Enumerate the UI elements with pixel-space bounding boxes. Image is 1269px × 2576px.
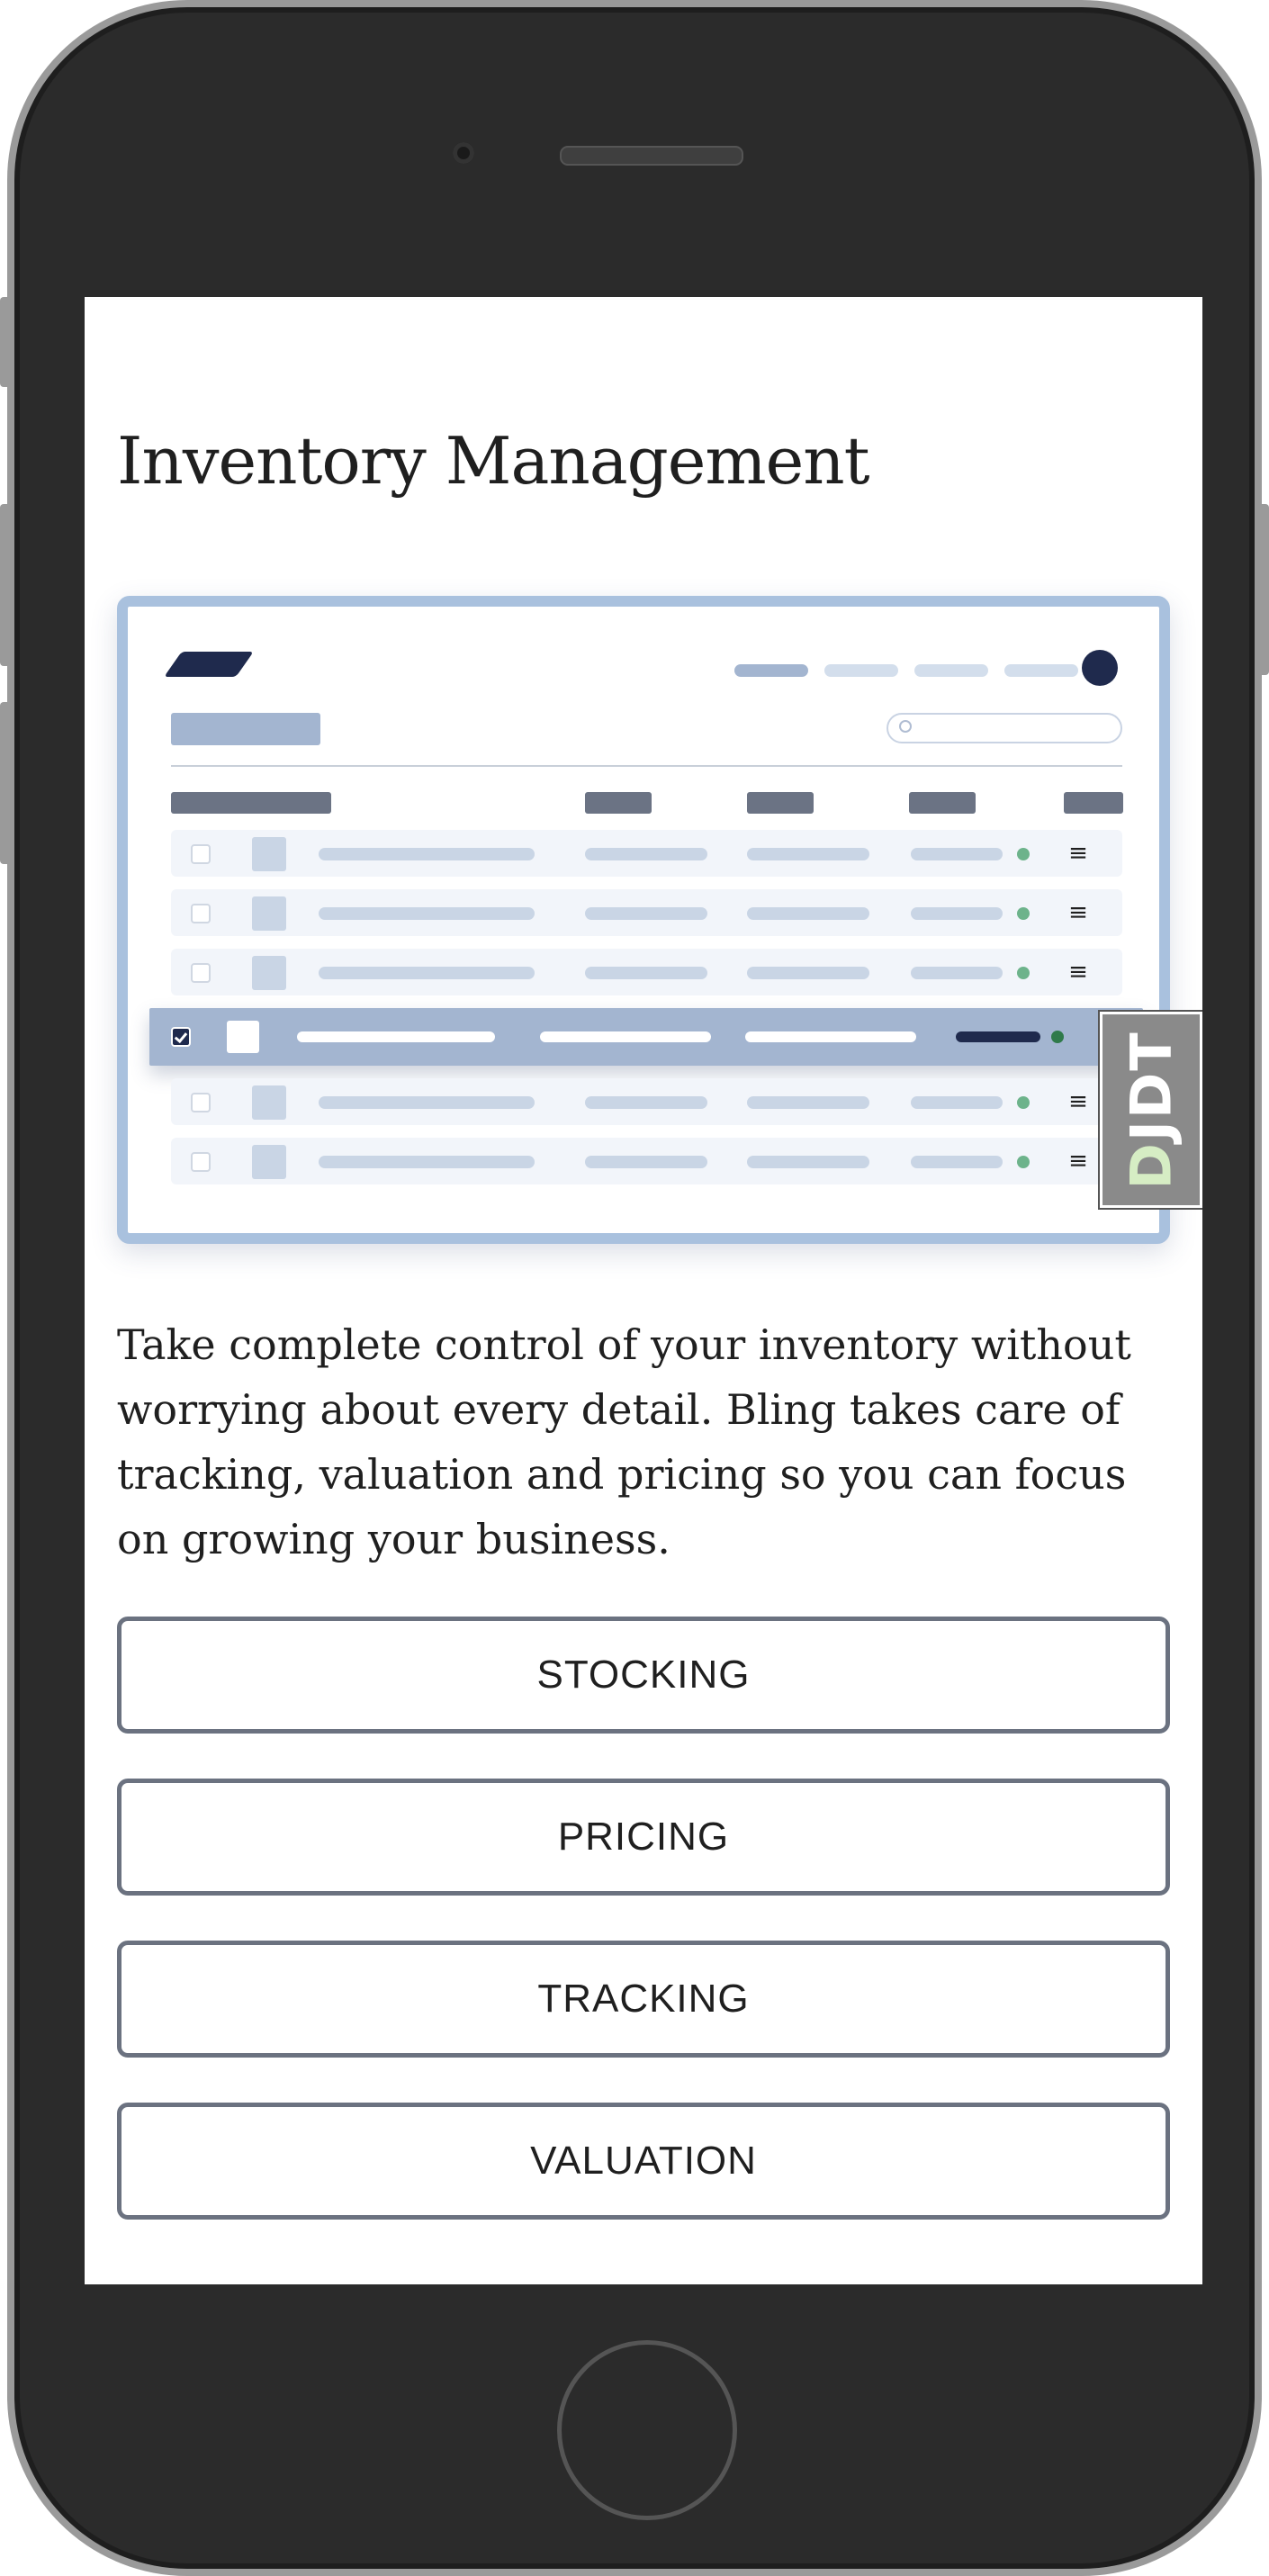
screen: Inventory Management ≡ ≡ ≡ ≡ ≡ DJDT Take… bbox=[85, 297, 1202, 2284]
mock-cell bbox=[911, 848, 1003, 860]
mock-row: ≡ bbox=[171, 889, 1122, 936]
mock-status-dot bbox=[1017, 967, 1030, 979]
mock-status-dot bbox=[1017, 1096, 1030, 1109]
mock-thumbnail bbox=[252, 1085, 286, 1120]
mock-row: ≡ bbox=[171, 1138, 1122, 1184]
menu-icon: ≡ bbox=[1068, 1088, 1088, 1115]
mock-cell bbox=[585, 1096, 707, 1109]
mock-nav-item bbox=[914, 664, 988, 677]
mock-cell bbox=[319, 848, 535, 860]
mock-cell bbox=[747, 848, 869, 860]
mock-cell bbox=[747, 967, 869, 979]
mock-heading bbox=[171, 713, 320, 745]
search-icon bbox=[899, 720, 912, 733]
mock-cell bbox=[540, 1031, 711, 1042]
home-button[interactable] bbox=[557, 2340, 737, 2520]
mock-avatar bbox=[1082, 650, 1118, 686]
phone-side-button bbox=[0, 297, 11, 387]
tab-tracking[interactable]: TRACKING bbox=[117, 1941, 1170, 2058]
mock-row: ≡ bbox=[171, 830, 1122, 877]
mock-column-header bbox=[909, 792, 976, 814]
debug-toolbar-label: DJDT bbox=[1118, 1030, 1184, 1190]
mock-cell bbox=[319, 907, 535, 920]
speaker-grille bbox=[560, 146, 743, 166]
tab-stocking[interactable]: STOCKING bbox=[117, 1617, 1170, 1734]
mock-status-dot bbox=[1051, 1031, 1064, 1043]
mock-status-dot bbox=[1017, 1156, 1030, 1168]
mock-cell bbox=[297, 1031, 495, 1042]
mock-checkbox bbox=[191, 844, 211, 864]
mock-cell bbox=[745, 1031, 916, 1042]
mock-status-dot bbox=[1017, 848, 1030, 860]
phone-volume-down bbox=[0, 702, 11, 864]
menu-icon: ≡ bbox=[1068, 1148, 1088, 1175]
mock-status-dot bbox=[1017, 907, 1030, 920]
mock-cell bbox=[747, 907, 869, 920]
mock-thumbnail bbox=[227, 1021, 259, 1053]
mock-nav-item bbox=[734, 664, 808, 677]
mock-checkbox bbox=[191, 1152, 211, 1172]
mock-cell bbox=[747, 1156, 869, 1168]
mock-row: ≡ bbox=[171, 949, 1122, 995]
mock-checkbox bbox=[191, 963, 211, 983]
mock-thumbnail bbox=[252, 956, 286, 990]
mock-row: ≡ bbox=[171, 1078, 1122, 1125]
mock-cell bbox=[911, 967, 1003, 979]
mock-column-header bbox=[1064, 792, 1123, 814]
mock-divider bbox=[171, 765, 1122, 767]
tab-pricing[interactable]: PRICING bbox=[117, 1779, 1170, 1896]
mock-cell bbox=[319, 967, 535, 979]
mock-cell bbox=[911, 1156, 1003, 1168]
menu-icon: ≡ bbox=[1068, 840, 1088, 867]
mock-cell bbox=[585, 967, 707, 979]
page-title: Inventory Management bbox=[117, 423, 870, 499]
page-description: Take complete control of your inventory … bbox=[117, 1320, 1131, 1563]
mock-checkbox bbox=[191, 904, 211, 923]
mock-thumbnail bbox=[252, 837, 286, 871]
mock-cell bbox=[911, 907, 1003, 920]
phone-frame: Inventory Management ≡ ≡ ≡ ≡ ≡ DJDT Take… bbox=[7, 0, 1262, 2576]
tab-valuation[interactable]: VALUATION bbox=[117, 2103, 1170, 2220]
mock-cell bbox=[319, 1156, 535, 1168]
camera-icon bbox=[453, 142, 474, 164]
mock-cell bbox=[319, 1096, 535, 1109]
mock-column-header bbox=[171, 792, 331, 814]
mock-thumbnail bbox=[252, 896, 286, 931]
phone-power-button bbox=[1258, 504, 1269, 675]
mock-cell bbox=[585, 848, 707, 860]
phone-volume-up bbox=[0, 504, 11, 666]
mock-checkbox bbox=[191, 1093, 211, 1112]
mock-cell bbox=[585, 1156, 707, 1168]
mock-thumbnail bbox=[252, 1145, 286, 1179]
mock-cell bbox=[956, 1031, 1040, 1042]
mock-row-selected: ≡ bbox=[149, 1008, 1143, 1066]
debug-toolbar-handle[interactable]: DJDT bbox=[1098, 1010, 1202, 1210]
mock-cell bbox=[585, 907, 707, 920]
mock-nav-item bbox=[1004, 664, 1078, 677]
mock-column-header bbox=[585, 792, 652, 814]
inventory-illustration: ≡ ≡ ≡ ≡ ≡ bbox=[117, 596, 1170, 1244]
mock-cell bbox=[747, 1096, 869, 1109]
mock-column-header bbox=[747, 792, 814, 814]
mock-checkbox-checked bbox=[171, 1027, 191, 1047]
mock-search bbox=[886, 713, 1122, 743]
menu-icon: ≡ bbox=[1068, 959, 1088, 986]
mock-cell bbox=[911, 1096, 1003, 1109]
mock-nav-item bbox=[824, 664, 898, 677]
menu-icon: ≡ bbox=[1068, 899, 1088, 926]
mock-logo bbox=[164, 652, 254, 677]
